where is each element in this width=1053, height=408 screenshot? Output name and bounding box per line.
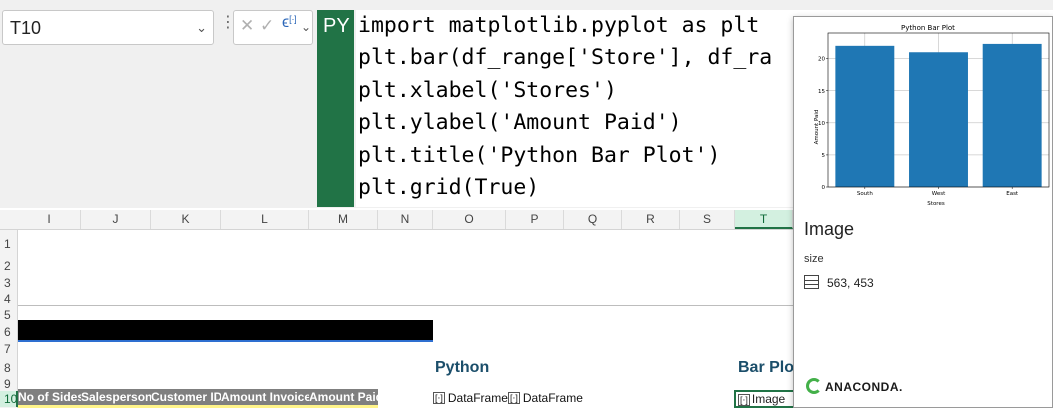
x-tick-label: West (932, 191, 946, 197)
row-header[interactable]: 3 (0, 275, 18, 291)
x-axis-label: Stores (927, 201, 945, 207)
column-header[interactable]: O (433, 210, 506, 229)
table-header-row: No of Sides Salesperson Customer ID Amou… (18, 389, 378, 405)
code-line[interactable]: plt.grid(True) (358, 175, 539, 200)
row-header[interactable]: 1 (0, 236, 18, 252)
dimensions-icon (804, 275, 819, 289)
table-header-cell[interactable]: Customer ID (151, 389, 221, 405)
code-line[interactable]: import matplotlib.pyplot as plt (358, 13, 759, 38)
cell-border-line (18, 340, 433, 342)
bar-chart: Python Bar Plot Stores Amount Paid 0 5 10 1… (814, 24, 1050, 207)
chevron-down-icon[interactable]: ⌄ (196, 20, 207, 36)
column-header[interactable]: J (81, 210, 151, 229)
redacted-bar (18, 320, 433, 340)
dataframe-cell[interactable]: [‧] DataFrame (433, 391, 508, 405)
plot-area: 0 5 10 15 20 South West East (818, 32, 1050, 197)
x-tick-label: East (1006, 191, 1019, 197)
formula-buttons: ✕ ✓ ϵ[∙] ⌄ (233, 10, 313, 45)
dataframe-cell-label: DataFrame (522, 391, 583, 405)
bar (982, 43, 1042, 188)
python-mode-badge[interactable]: PY (317, 10, 354, 207)
enter-check-icon[interactable]: ✓ (260, 16, 274, 36)
row-header[interactable]: 2 (0, 258, 18, 274)
anaconda-logo-icon (806, 378, 822, 394)
y-tick-label: 0 (822, 185, 826, 191)
dataframe-cell[interactable]: [‧] DataFrame (508, 391, 583, 405)
bar (835, 45, 895, 187)
row-header[interactable]: 4 (0, 291, 18, 307)
column-header[interactable]: K (151, 210, 221, 229)
dataframe-cell-label: DataFrame (447, 391, 508, 405)
column-header[interactable]: N (378, 210, 433, 229)
row-headers: 1 2 3 4 5 6 7 8 9 10 (0, 230, 18, 408)
dataframe-icon: [‧] (508, 392, 520, 404)
size-label: size (804, 253, 824, 265)
image-cell-label: Image (751, 392, 786, 406)
column-header[interactable]: I (18, 210, 81, 229)
python-output-icon[interactable]: ϵ[∙] (282, 14, 297, 32)
python-section-heading[interactable]: Python (435, 359, 489, 377)
preview-type-title: Image (804, 219, 855, 239)
size-value: 563, 453 (827, 276, 874, 290)
table-header-cell[interactable]: Amount Invoiced (221, 389, 309, 405)
row-header[interactable]: 6 (0, 324, 18, 340)
chart-title: Python Bar Plot (901, 24, 955, 32)
code-line[interactable]: plt.ylabel('Amount Paid') (358, 110, 682, 135)
image-preview-card: Python Bar Plot Stores Amount Paid 0 5 10 1… (793, 16, 1053, 408)
row-header-selected[interactable]: 10 (0, 391, 18, 407)
x-tick-label: South (857, 191, 873, 197)
table-header-cell[interactable]: Amount Paid (309, 389, 378, 405)
row-header[interactable]: 8 (0, 360, 18, 376)
y-tick-label: 15 (818, 89, 825, 95)
bar (909, 52, 968, 187)
dataframe-icon: [‧] (433, 392, 445, 404)
code-line[interactable]: plt.title('Python Bar Plot') (358, 143, 720, 168)
image-object-icon: [‧] (738, 394, 750, 406)
table-header-cell[interactable]: No of Sides (18, 389, 81, 405)
column-header[interactable]: P (506, 210, 564, 229)
anaconda-brand: ANACONDA. (825, 380, 903, 394)
column-header[interactable]: M (309, 210, 378, 229)
code-line[interactable]: plt.xlabel('Stores') (358, 78, 617, 103)
name-box[interactable]: T10 ⌄ (2, 10, 214, 45)
row-header[interactable]: 7 (0, 341, 18, 357)
chevron-down-icon[interactable]: ⌄ (301, 20, 311, 34)
cancel-icon[interactable]: ✕ (240, 16, 254, 36)
row-header[interactable]: 9 (0, 376, 18, 392)
column-header[interactable]: Q (564, 210, 622, 229)
y-axis-label: Amount Paid (814, 110, 820, 145)
y-tick-label: 5 (822, 153, 826, 159)
name-box-value[interactable]: T10 (10, 18, 41, 39)
column-header[interactable]: S (680, 210, 735, 229)
y-tick-label: 10 (818, 121, 825, 127)
column-header[interactable]: R (622, 210, 680, 229)
table-header-cell[interactable]: Salesperson (81, 389, 151, 405)
column-header-selected[interactable]: T (735, 210, 793, 229)
column-header[interactable]: L (221, 210, 309, 229)
bar-plot-section-heading[interactable]: Bar Plo (738, 359, 794, 377)
code-line[interactable]: plt.bar(df_range['Store'], df_ra (358, 45, 772, 70)
row-header[interactable]: 5 (0, 307, 18, 323)
y-tick-label: 20 (818, 57, 825, 63)
selected-image-cell[interactable]: [‧] Image (734, 390, 796, 408)
